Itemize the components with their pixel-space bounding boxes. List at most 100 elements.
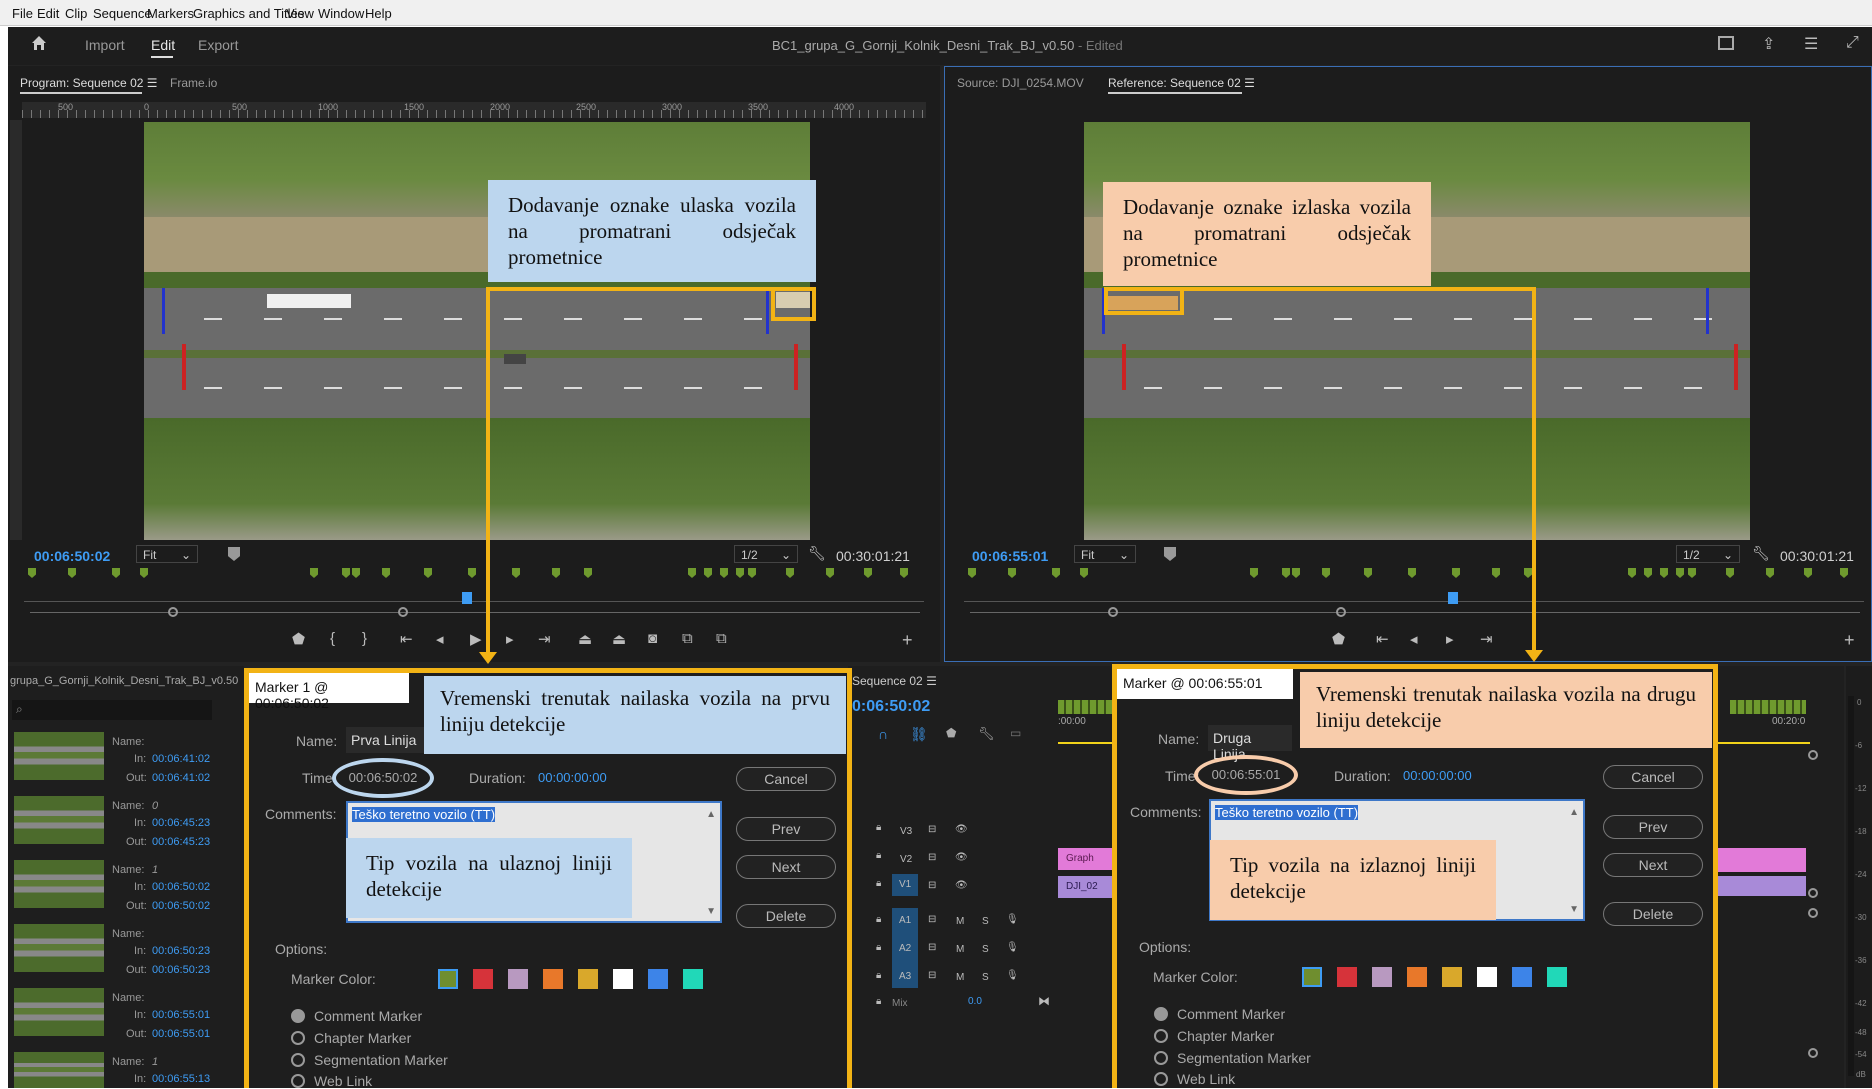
- microphone-icon[interactable]: 🎙︎: [1006, 914, 1019, 925]
- add-icon[interactable]: +: [1844, 630, 1855, 651]
- menu-file[interactable]: File: [12, 6, 33, 21]
- menu-edit[interactable]: Edit: [37, 6, 59, 21]
- scroll-handle[interactable]: [1808, 1048, 1818, 1058]
- swatch-teal[interactable]: [683, 969, 703, 989]
- project-search[interactable]: ⌕: [12, 700, 212, 720]
- compare-icon[interactable]: ⧉: [682, 630, 693, 647]
- mark-in-icon[interactable]: {: [330, 630, 335, 647]
- mix-end-icon[interactable]: ⧓: [1038, 994, 1050, 1008]
- delete-button[interactable]: Delete: [736, 904, 836, 928]
- lock-icon[interactable]: 🔒︎: [876, 996, 881, 1007]
- mute-button[interactable]: M: [956, 972, 964, 983]
- step-back-icon[interactable]: ◂: [436, 630, 444, 648]
- tab-program[interactable]: Program: Sequence 02 ☰: [20, 76, 158, 90]
- radio-web-link[interactable]: [291, 1074, 305, 1088]
- mute-button[interactable]: M: [956, 944, 964, 955]
- reference-playhead[interactable]: [1448, 592, 1458, 604]
- swatch-yellow[interactable]: [578, 969, 598, 989]
- magnet-icon[interactable]: ∩: [878, 726, 888, 742]
- marker-icon[interactable]: ⬟: [292, 630, 305, 648]
- sync-lock-icon[interactable]: ⊟: [928, 824, 936, 835]
- go-to-in-icon[interactable]: ⇤: [400, 630, 413, 648]
- sync-lock-icon[interactable]: ⊟: [928, 852, 936, 863]
- tab-import[interactable]: Import: [85, 37, 125, 53]
- tab-reference[interactable]: Reference: Sequence 02 ☰: [1108, 76, 1255, 90]
- swatch-orange[interactable]: [1407, 967, 1427, 987]
- menu-window[interactable]: Window: [318, 6, 364, 21]
- add-marker-icon[interactable]: ⬟: [946, 726, 956, 740]
- mix-value[interactable]: 0.0: [968, 996, 982, 1007]
- microphone-icon[interactable]: 🎙︎: [1006, 970, 1019, 981]
- menu-sequence[interactable]: Sequence: [93, 6, 152, 21]
- swatch-blue[interactable]: [1512, 967, 1532, 987]
- sync-lock-icon[interactable]: ⊟: [928, 914, 936, 925]
- tab-frameio[interactable]: Frame.io: [170, 76, 217, 90]
- program-resolution-select[interactable]: 1/2 ⌄: [734, 545, 798, 563]
- tab-edit[interactable]: Edit: [151, 37, 175, 53]
- marker-time-field[interactable]: 00:06:50:02: [332, 758, 434, 798]
- timeline-tab[interactable]: Sequence 02 ☰: [852, 674, 937, 688]
- sync-lock-icon[interactable]: ⊟: [928, 942, 936, 953]
- mute-button[interactable]: M: [956, 916, 964, 927]
- marker-icon[interactable]: ⬟: [1332, 630, 1345, 648]
- solo-button[interactable]: S: [982, 972, 989, 983]
- track-v2[interactable]: V2: [900, 854, 912, 865]
- swatch-red[interactable]: [473, 969, 493, 989]
- wrench-icon[interactable]: 🔧︎: [1752, 545, 1770, 562]
- lock-icon[interactable]: 🔒︎: [876, 878, 881, 889]
- marker-name-input[interactable]: Druga Linija: [1208, 725, 1292, 762]
- swatch-green[interactable]: [1302, 967, 1322, 987]
- clip-thumbnail[interactable]: [14, 860, 104, 908]
- proxy-icon[interactable]: ⧉: [716, 630, 727, 647]
- captions-icon[interactable]: ▭: [1010, 726, 1021, 740]
- cancel-button[interactable]: Cancel: [736, 767, 836, 791]
- swatch-teal[interactable]: [1547, 967, 1567, 987]
- zoom-handle-left[interactable]: [1108, 607, 1118, 617]
- quick-export-icon[interactable]: ☰: [1804, 34, 1818, 54]
- step-back-icon[interactable]: ◂: [1410, 630, 1418, 648]
- swatch-white[interactable]: [1477, 967, 1497, 987]
- clip-thumbnail[interactable]: [14, 732, 104, 780]
- clip-thumbnail[interactable]: [14, 924, 104, 972]
- zoom-bar[interactable]: [970, 612, 1860, 613]
- graphic-clip[interactable]: Graph: [1058, 848, 1112, 870]
- cancel-button[interactable]: Cancel: [1603, 765, 1703, 789]
- next-button[interactable]: Next: [1603, 853, 1703, 877]
- program-timecode[interactable]: 00:06:50:02: [34, 548, 110, 564]
- timeline-timecode[interactable]: 0:06:50:02: [852, 698, 930, 716]
- zoom-handle-left[interactable]: [168, 607, 178, 617]
- reference-resolution-select[interactable]: 1/2 ⌄: [1676, 545, 1740, 563]
- lock-icon[interactable]: 🔒︎: [876, 942, 881, 953]
- track-a1[interactable]: A1: [899, 915, 911, 926]
- radio-comment-marker[interactable]: [1154, 1007, 1168, 1021]
- wrench-icon[interactable]: 🔧︎: [978, 726, 995, 742]
- swatch-orange[interactable]: [543, 969, 563, 989]
- microphone-icon[interactable]: 🎙︎: [1006, 942, 1019, 953]
- step-forward-icon[interactable]: ▸: [1446, 630, 1454, 648]
- video-clip[interactable]: DJI_02: [1058, 876, 1112, 898]
- scroll-handle[interactable]: [1808, 908, 1818, 918]
- tab-export[interactable]: Export: [198, 37, 238, 53]
- panel-icon[interactable]: [1718, 36, 1734, 50]
- tab-source[interactable]: Source: DJI_0254.MOV: [957, 76, 1084, 90]
- clip-thumbnail[interactable]: [14, 1052, 104, 1088]
- delete-button[interactable]: Delete: [1603, 902, 1703, 926]
- menu-clip[interactable]: Clip: [65, 6, 87, 21]
- lock-icon[interactable]: 🔒︎: [876, 970, 881, 981]
- solo-button[interactable]: S: [982, 916, 989, 927]
- marker-duration[interactable]: 00:00:00:00: [1403, 768, 1472, 783]
- radio-segmentation-marker[interactable]: [291, 1053, 305, 1067]
- go-to-out-icon[interactable]: ⇥: [1480, 630, 1493, 648]
- swatch-yellow[interactable]: [1442, 967, 1462, 987]
- reference-fit-select[interactable]: Fit ⌄: [1074, 545, 1136, 563]
- sync-lock-icon[interactable]: ⊟: [928, 970, 936, 981]
- home-icon[interactable]: [30, 34, 48, 52]
- add-icon[interactable]: +: [902, 630, 913, 651]
- lock-icon[interactable]: 🔒︎: [876, 822, 886, 834]
- lift-icon[interactable]: ⏏: [578, 630, 592, 648]
- swatch-green[interactable]: [438, 969, 458, 989]
- marker-time-field[interactable]: 00:06:55:01: [1194, 755, 1298, 795]
- track-a3[interactable]: A3: [899, 971, 911, 982]
- extract-icon[interactable]: ⏏: [612, 630, 626, 648]
- reference-timecode[interactable]: 00:06:55:01: [972, 548, 1048, 564]
